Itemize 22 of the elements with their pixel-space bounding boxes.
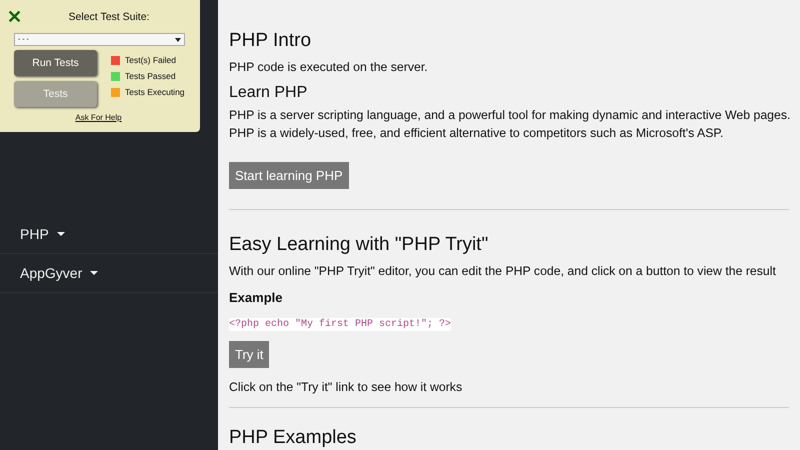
paragraph: With our online "PHP Tryit" editor, you can edit the PHP code, and click on a button to view the result (229, 263, 776, 280)
panel-title: Select Test Suite: (68, 10, 150, 22)
caret-icon (56, 232, 65, 236)
legend-label: Tests Passed (125, 71, 176, 81)
example-label: Example (229, 290, 282, 305)
section-heading: PHP Intro (229, 30, 312, 52)
help-link[interactable]: Ask For Help (75, 113, 122, 122)
run-tests-button[interactable]: Run Tests (14, 50, 97, 76)
subheading: Learn PHP (229, 84, 308, 102)
section-heading: PHP Examples (229, 427, 356, 449)
start-learning-button[interactable]: Start learning PHP (229, 162, 349, 189)
code-snippet: <?php echo "My first PHP script!"; ?> (229, 318, 452, 331)
paragraph: PHP is a widely-used, free, and efficient alternative to competitors such as Microsoft's ASP. (229, 125, 724, 142)
paragraph: Click on the "Try it" link to see how it works (229, 379, 462, 396)
legend-label: Test(s) Failed (125, 55, 176, 65)
legend-label: Tests Executing (125, 87, 185, 97)
section-heading: Easy Learning with "PHP Tryit" (229, 234, 488, 256)
paragraph: PHP is a server scripting language, and a powerful tool for making dynamic and interactive Web pages. (229, 107, 789, 124)
close-icon[interactable]: ✕ (7, 8, 23, 26)
try-it-button[interactable]: Try it (229, 341, 270, 368)
caret-icon (90, 271, 98, 275)
paragraph: PHP code is executed on the server. (229, 59, 428, 76)
